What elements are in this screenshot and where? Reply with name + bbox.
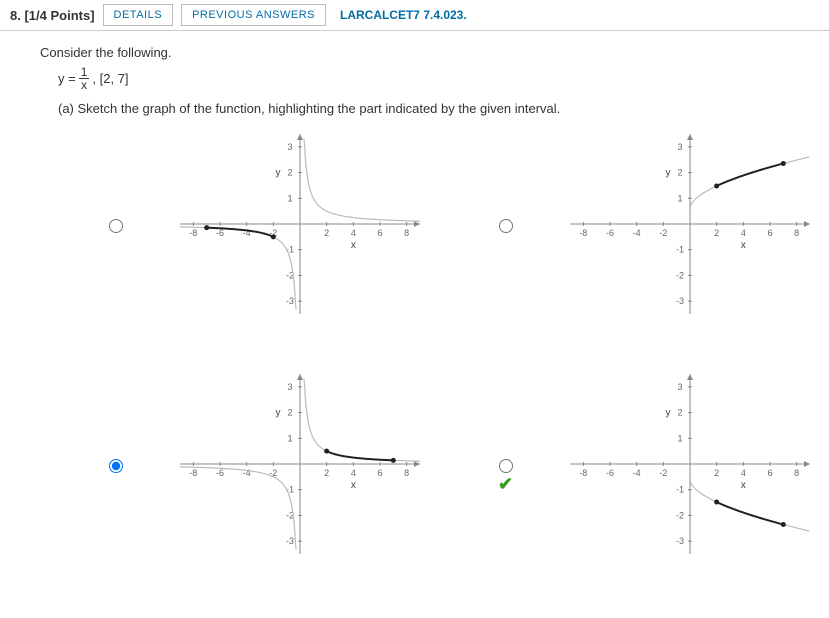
svg-text:-6: -6 — [606, 228, 614, 238]
choice-b-radio[interactable] — [499, 219, 513, 233]
svg-text:2: 2 — [677, 408, 682, 418]
svg-text:8: 8 — [794, 468, 799, 478]
svg-text:-8: -8 — [579, 228, 587, 238]
equation: y = 1 x , [2, 7] — [58, 66, 789, 91]
choice-c-radio[interactable] — [109, 459, 123, 473]
svg-text:6: 6 — [767, 228, 772, 238]
svg-text:-2: -2 — [659, 468, 667, 478]
svg-text:-8: -8 — [189, 228, 197, 238]
svg-text:3: 3 — [287, 382, 292, 392]
svg-text:-6: -6 — [216, 228, 224, 238]
part-a-text: (a) Sketch the graph of the function, hi… — [58, 101, 789, 116]
svg-text:2: 2 — [287, 408, 292, 418]
svg-text:-3: -3 — [676, 536, 684, 546]
svg-text:3: 3 — [677, 142, 682, 152]
choice-a-radio[interactable] — [109, 219, 123, 233]
svg-text:x: x — [351, 480, 356, 491]
svg-text:-2: -2 — [659, 228, 667, 238]
choice-d-graph: -8 -6 -4 -2 2 4 6 8 -3 -2 -1 1 2 3 x y — [570, 374, 829, 554]
svg-text:4: 4 — [741, 468, 746, 478]
svg-text:x: x — [741, 480, 746, 491]
svg-text:6: 6 — [377, 228, 382, 238]
svg-text:y: y — [666, 168, 671, 179]
svg-text:-3: -3 — [286, 296, 294, 306]
svg-text:-4: -4 — [633, 228, 641, 238]
choice-b-graph: -8 -6 -4 -2 2 4 6 8 -3 -2 -1 1 2 3 x y — [570, 134, 829, 314]
svg-text:-6: -6 — [606, 468, 614, 478]
svg-text:2: 2 — [714, 468, 719, 478]
svg-text:-8: -8 — [579, 468, 587, 478]
svg-text:-4: -4 — [633, 468, 641, 478]
svg-text:-6: -6 — [216, 468, 224, 478]
svg-text:2: 2 — [287, 168, 292, 178]
svg-text:1: 1 — [287, 193, 292, 203]
question-number: 8. [1/4 Points] — [10, 8, 95, 23]
svg-text:6: 6 — [767, 468, 772, 478]
svg-text:2: 2 — [677, 168, 682, 178]
svg-text:1: 1 — [677, 433, 682, 443]
answer-choices: -8 -6 -4 -2 2 4 6 8 -3 -2 -1 1 2 3 x y -8 -6 -4 -2 2 4 6 8 -3 -2… — [100, 124, 789, 564]
svg-text:-1: -1 — [676, 245, 684, 255]
svg-text:-2: -2 — [676, 270, 684, 280]
svg-text:-3: -3 — [286, 536, 294, 546]
svg-text:-1: -1 — [676, 485, 684, 495]
svg-text:4: 4 — [351, 228, 356, 238]
svg-text:-4: -4 — [243, 468, 251, 478]
reference-code: LARCALCET7 7.4.023. — [340, 8, 467, 22]
svg-text:8: 8 — [404, 468, 409, 478]
svg-text:x: x — [351, 240, 356, 251]
svg-text:3: 3 — [287, 142, 292, 152]
svg-text:4: 4 — [741, 228, 746, 238]
choice-c-graph: -8-6-4-22468-3-2-1123xy — [180, 374, 440, 554]
svg-text:y: y — [666, 408, 671, 419]
svg-text:3: 3 — [677, 382, 682, 392]
question-body: Consider the following. y = 1 x , [2, 7]… — [0, 31, 829, 584]
details-button[interactable]: DETAILS — [103, 4, 174, 26]
svg-text:-3: -3 — [676, 296, 684, 306]
svg-text:x: x — [741, 240, 746, 251]
svg-text:4: 4 — [351, 468, 356, 478]
svg-text:6: 6 — [377, 468, 382, 478]
svg-text:1: 1 — [287, 433, 292, 443]
previous-answers-button[interactable]: PREVIOUS ANSWERS — [181, 4, 326, 26]
fraction: 1 x — [79, 66, 90, 91]
question-header: 8. [1/4 Points] DETAILS PREVIOUS ANSWERS… — [0, 0, 829, 31]
svg-text:y: y — [276, 408, 281, 419]
choice-a-graph: -8-6-4-22468-3-2-1123xy — [180, 134, 440, 314]
svg-text:1: 1 — [677, 193, 682, 203]
check-icon: ✔ — [498, 474, 513, 495]
svg-text:2: 2 — [324, 468, 329, 478]
svg-text:-8: -8 — [189, 468, 197, 478]
svg-text:8: 8 — [794, 228, 799, 238]
svg-text:2: 2 — [714, 228, 719, 238]
consider-text: Consider the following. — [40, 45, 789, 60]
svg-text:2: 2 — [324, 228, 329, 238]
svg-text:-2: -2 — [676, 510, 684, 520]
choice-d-radio[interactable] — [499, 459, 513, 473]
svg-text:y: y — [276, 168, 281, 179]
svg-text:8: 8 — [404, 228, 409, 238]
